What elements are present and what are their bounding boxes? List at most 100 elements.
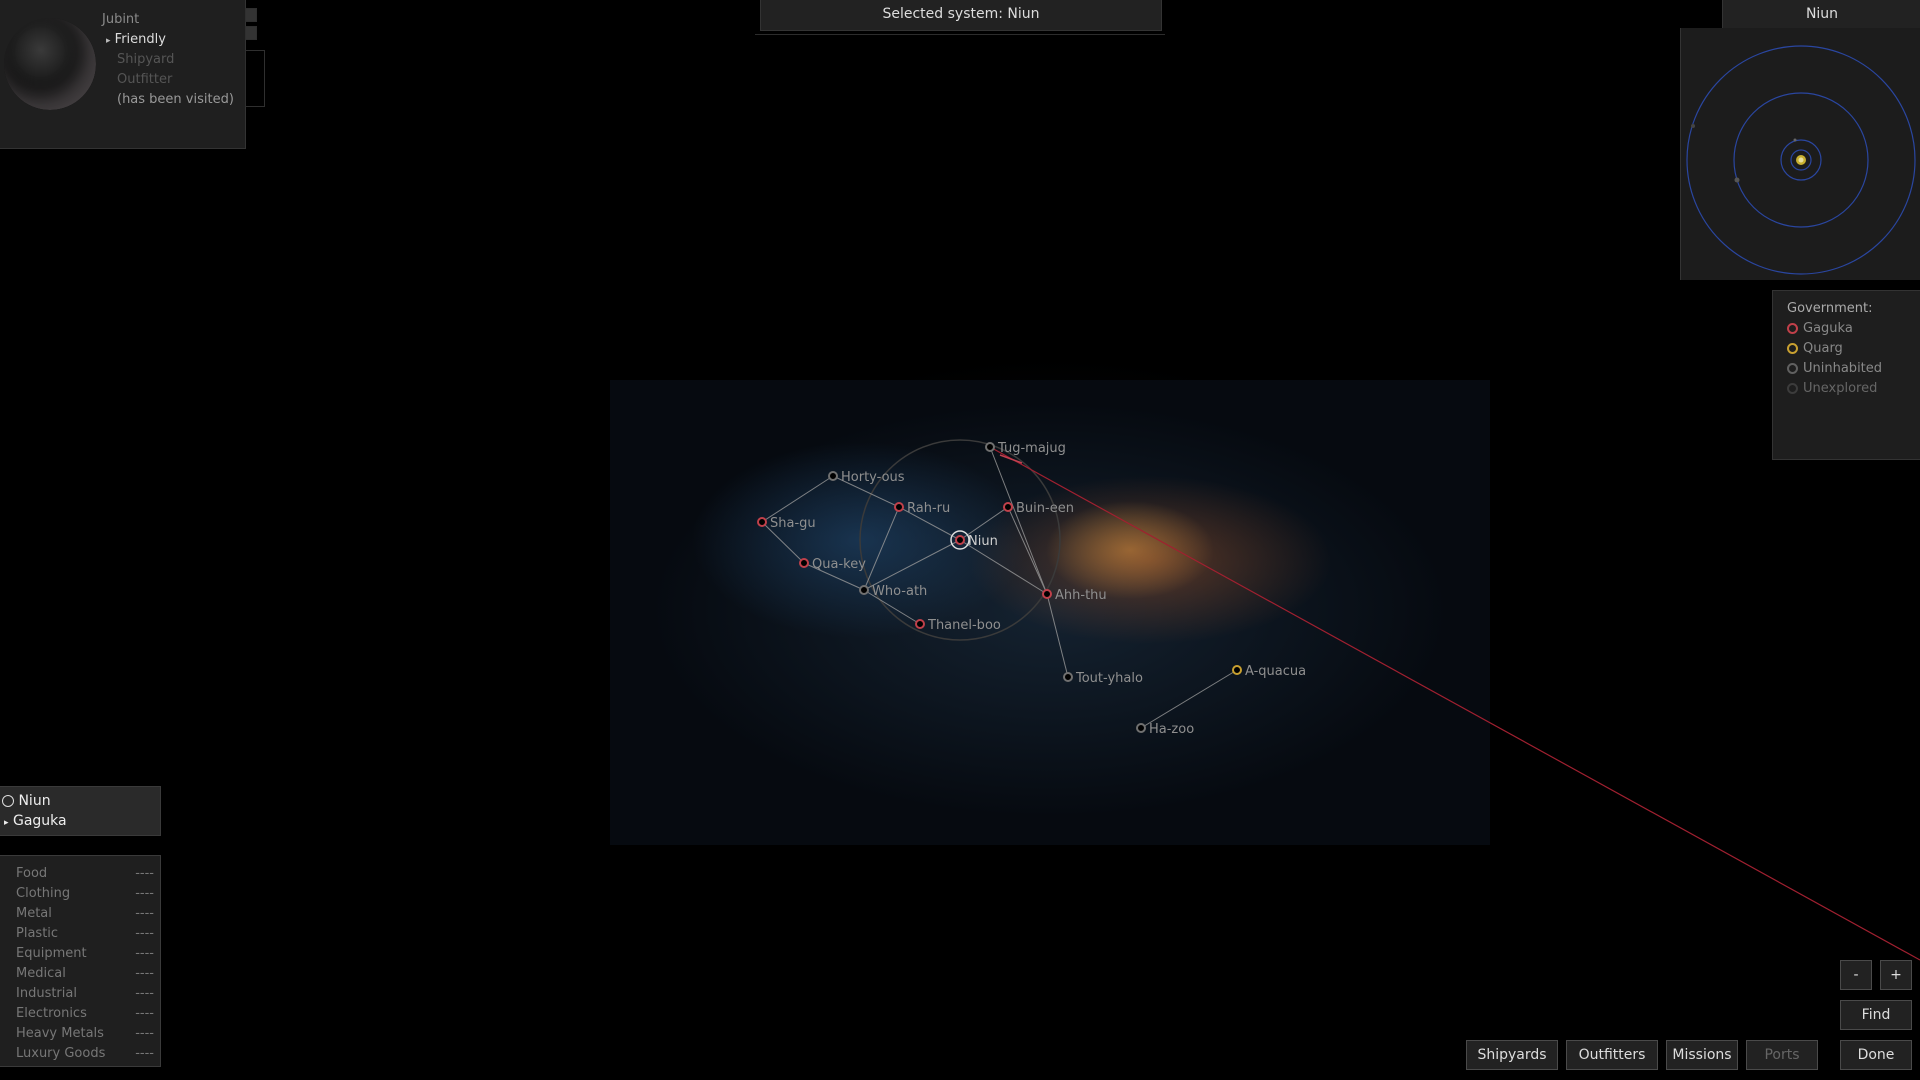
system-markers[interactable]: Tug-majug Horty-ous Rah-ru Buin-een Sha-gu Ni… xyxy=(757,441,1306,737)
commodity-price: ---- xyxy=(135,1046,154,1061)
legend-item-quarg: Quarg xyxy=(1787,341,1843,356)
system-who-ath[interactable]: Who-ath xyxy=(859,584,927,599)
trade-row: Electronics ---- xyxy=(16,1006,154,1021)
find-button[interactable]: Find xyxy=(1840,1000,1912,1030)
commodity-name: Food xyxy=(16,866,48,881)
system-marker-icon[interactable] xyxy=(757,517,767,527)
system-marker-icon[interactable] xyxy=(915,619,925,629)
planet-name: Jubint xyxy=(102,12,140,27)
system-label[interactable]: Who-ath xyxy=(872,584,927,599)
system-marker-icon[interactable] xyxy=(894,502,904,512)
trade-row: Equipment ---- xyxy=(16,946,154,961)
system-niun[interactable]: Niun xyxy=(955,534,998,549)
commodity-name: Plastic xyxy=(16,926,59,941)
system-ha-zoo[interactable]: Ha-zoo xyxy=(1136,722,1194,737)
system-label[interactable]: Thanel-boo xyxy=(927,618,1001,633)
system-marker-icon[interactable] xyxy=(1042,589,1052,599)
selected-system-title: Selected system: Niun xyxy=(760,0,1162,31)
system-label[interactable]: Tug-majug xyxy=(997,441,1066,456)
system-label[interactable]: Sha-gu xyxy=(770,516,816,531)
trade-row: Clothing ---- xyxy=(16,886,154,901)
system-tout-yhalo[interactable]: Tout-yhalo xyxy=(1063,671,1143,686)
zoom-in-button[interactable]: + xyxy=(1880,960,1912,990)
planet-visited: (has been visited) xyxy=(117,92,234,107)
system-marker-icon[interactable] xyxy=(985,442,995,452)
commodity-name: Industrial xyxy=(16,986,77,1001)
system-government: Gaguka xyxy=(12,813,67,829)
legend-item-gaguka: Gaguka xyxy=(1787,321,1853,336)
government-arrow-icon: ▸ xyxy=(4,818,9,828)
system-marker-icon[interactable] xyxy=(799,558,809,568)
legend-label: Gaguka xyxy=(1803,321,1853,336)
system-marker-icon[interactable] xyxy=(955,535,965,545)
trade-row: Plastic ---- xyxy=(16,926,154,941)
commodity-name: Medical xyxy=(16,966,66,981)
commodity-price: ---- xyxy=(135,1026,154,1041)
commodity-price: ---- xyxy=(135,946,154,961)
system-target-icon xyxy=(2,795,14,807)
system-qua-key[interactable]: Qua-key xyxy=(799,557,866,572)
system-marker-icon[interactable] xyxy=(859,585,869,595)
system-marker-icon[interactable] xyxy=(1003,502,1013,512)
trade-panel: Food ---- Clothing ---- Metal ---- Plastic ----… xyxy=(0,855,161,1067)
system-marker-icon[interactable] xyxy=(1136,723,1146,733)
commodity-price: ---- xyxy=(135,986,154,1001)
commodity-price: ---- xyxy=(135,866,154,881)
title-bar-deco xyxy=(755,28,1165,35)
commodity-price: ---- xyxy=(135,886,154,901)
legend-label: Quarg xyxy=(1803,341,1843,356)
system-rah-ru[interactable]: Rah-ru xyxy=(894,501,950,516)
system-name: Niun xyxy=(18,793,51,809)
done-button[interactable]: Done xyxy=(1840,1040,1912,1070)
missions-button[interactable]: Missions xyxy=(1666,1040,1738,1070)
legend-item-uninhabited: Uninhabited xyxy=(1787,361,1882,376)
planet-panel: Jubint ▸ Friendly Shipyard Outfitter (ha… xyxy=(0,0,246,149)
legend-title: Government: xyxy=(1787,301,1873,316)
trade-row: Food ---- xyxy=(16,866,154,881)
system-label[interactable]: Qua-key xyxy=(812,557,866,572)
planet-outfitter: Outfitter xyxy=(117,72,173,87)
system-ahh-thu[interactable]: Ahh-thu xyxy=(1042,588,1107,603)
orbit-diagram xyxy=(1686,45,1916,275)
commodity-price: ---- xyxy=(135,966,154,981)
system-label[interactable]: Ha-zoo xyxy=(1149,722,1194,737)
commodity-name: Electronics xyxy=(16,1006,87,1021)
trade-row: Metal ---- xyxy=(16,906,154,921)
system-label[interactable]: Horty-ous xyxy=(841,470,905,485)
orbit-system-name: Niun xyxy=(1722,0,1920,29)
panel-tab-deco xyxy=(245,26,257,40)
system-a-quacua[interactable]: A-quacua xyxy=(1232,664,1306,679)
quarg-dot-icon xyxy=(1787,343,1798,354)
system-buin-een[interactable]: Buin-een xyxy=(1003,501,1074,516)
legend-item-unexplored: Unexplored xyxy=(1787,381,1877,396)
commodity-name: Luxury Goods xyxy=(16,1046,106,1061)
system-marker-icon[interactable] xyxy=(1232,665,1242,675)
system-label[interactable]: Niun xyxy=(968,534,998,549)
outfitters-button[interactable]: Outfitters xyxy=(1566,1040,1658,1070)
trade-row: Luxury Goods ---- xyxy=(16,1046,154,1061)
ports-button[interactable]: Ports xyxy=(1746,1040,1818,1070)
system-sha-gu[interactable]: Sha-gu xyxy=(757,516,816,531)
system-info-panel: Niun ▸ Gaguka xyxy=(0,786,161,836)
system-label[interactable]: Tout-yhalo xyxy=(1075,671,1143,686)
system-label[interactable]: A-quacua xyxy=(1245,664,1306,679)
zoom-out-button[interactable]: - xyxy=(1840,960,1872,990)
shipyards-button[interactable]: Shipyards xyxy=(1466,1040,1558,1070)
attitude-label: Friendly xyxy=(114,32,166,47)
planet-attitude: ▸ Friendly xyxy=(106,32,166,47)
unexplored-dot-icon xyxy=(1787,383,1798,394)
system-horty-ous[interactable]: Horty-ous xyxy=(828,470,905,485)
system-thanel-boo[interactable]: Thanel-boo xyxy=(915,618,1001,633)
trade-row: Medical ---- xyxy=(16,966,154,981)
system-marker-icon[interactable] xyxy=(828,471,838,481)
system-government-row: ▸ Gaguka xyxy=(4,813,67,829)
system-label[interactable]: Ahh-thu xyxy=(1055,588,1107,603)
orbit-panel[interactable] xyxy=(1680,28,1920,280)
system-tug-majug[interactable]: Tug-majug xyxy=(985,441,1066,456)
planet-image xyxy=(4,18,96,110)
system-marker-icon[interactable] xyxy=(1063,672,1073,682)
star-map[interactable]: Tug-majug Horty-ous Rah-ru Buin-een Sha-gu Ni… xyxy=(0,0,1920,1080)
system-label[interactable]: Buin-een xyxy=(1016,501,1074,516)
system-label[interactable]: Rah-ru xyxy=(907,501,950,516)
panel-tab-deco xyxy=(245,8,257,22)
